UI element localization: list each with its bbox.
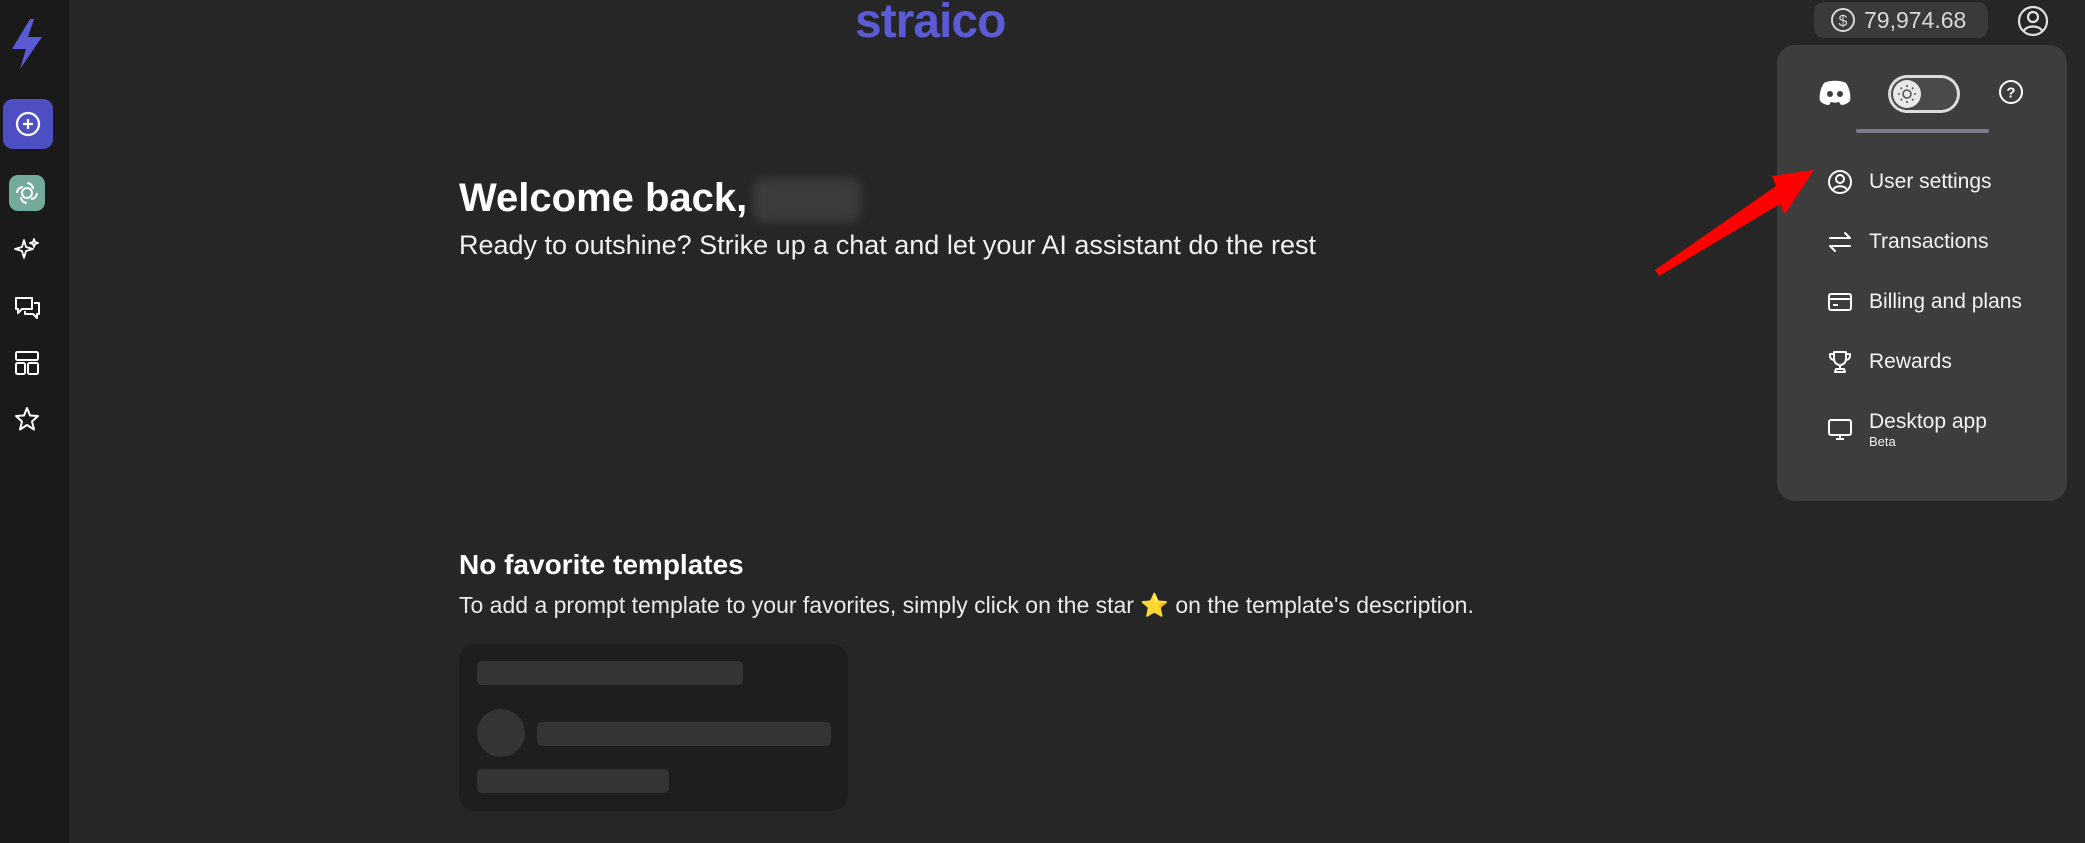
annotation-arrow — [1655, 170, 1814, 276]
